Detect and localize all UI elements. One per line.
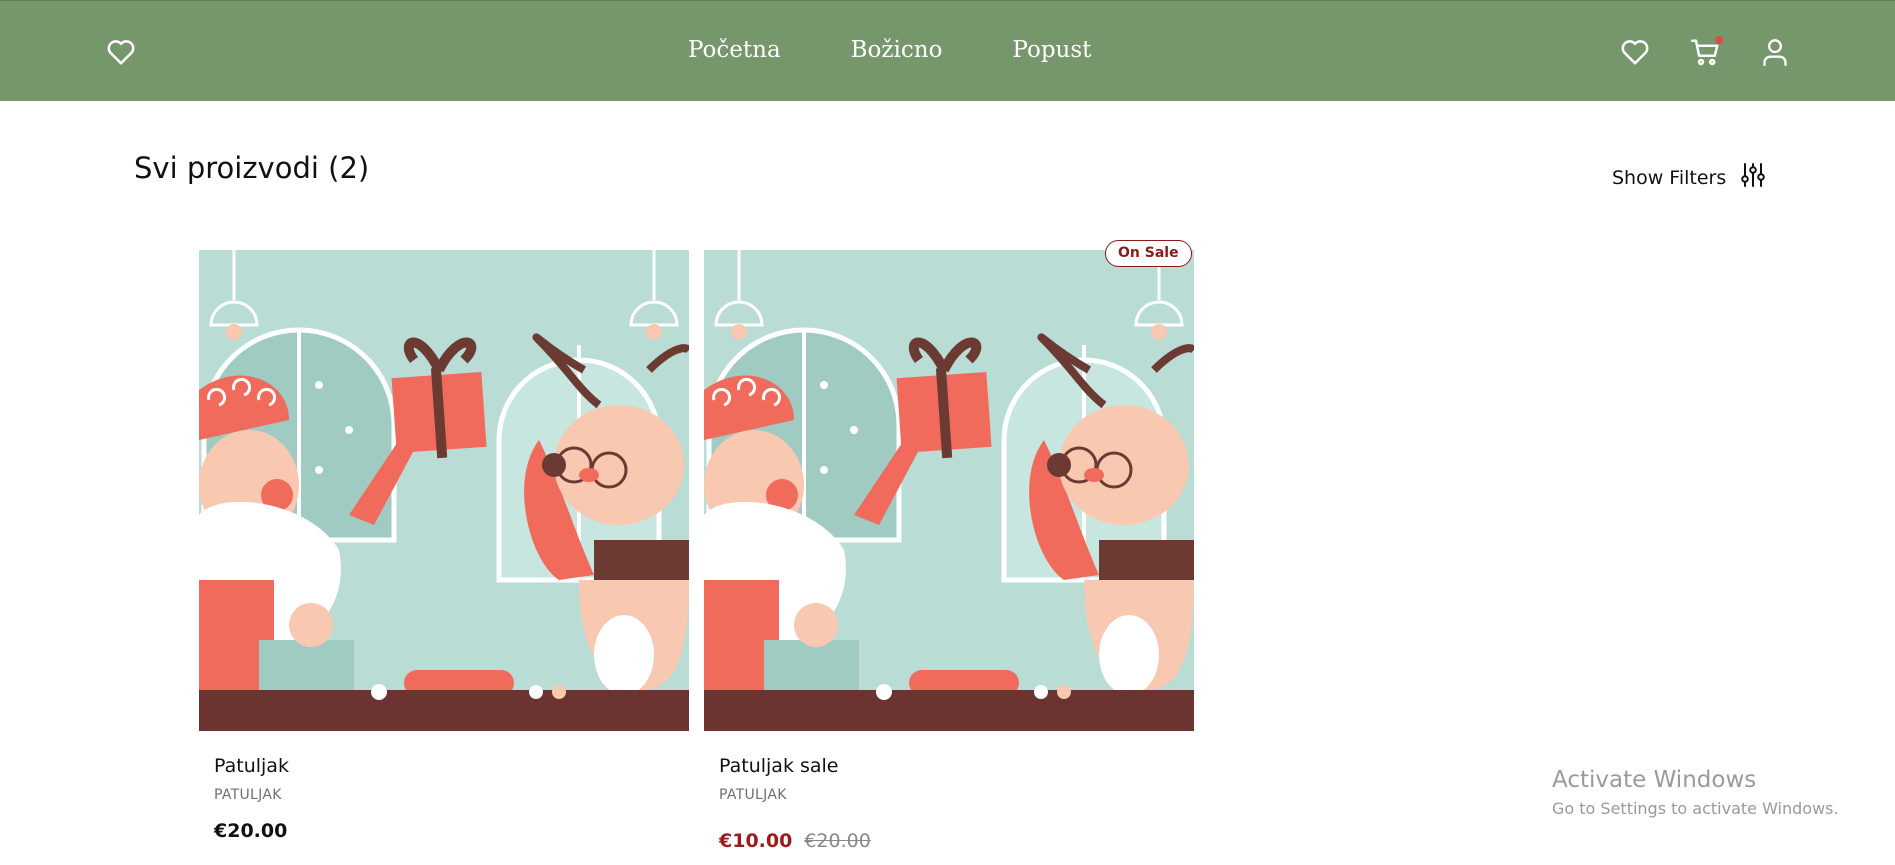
product-image[interactable] <box>199 250 689 731</box>
cart-icon[interactable] <box>1691 36 1723 66</box>
product-name[interactable]: Patuljak <box>214 755 289 777</box>
product-card[interactable]: Patuljak PATULJAK €20.00 <box>199 250 689 842</box>
show-filters-button[interactable]: Show Filters <box>1612 162 1766 193</box>
on-sale-badge: On Sale <box>1105 240 1192 267</box>
product-category: PATULJAK <box>214 787 282 803</box>
main-nav: Početna Božicno Popust <box>688 37 1091 63</box>
page-title: Svi proizvodi (2) <box>134 151 370 185</box>
nav-link-pocetna[interactable]: Početna <box>688 37 781 63</box>
product-price: €20.00 <box>214 820 288 842</box>
user-icon[interactable] <box>1762 38 1788 66</box>
logo-heart-icon[interactable] <box>106 38 136 66</box>
product-image[interactable] <box>704 250 1194 731</box>
watermark-title: Activate Windows <box>1552 767 1757 793</box>
nav-link-bozicno[interactable]: Božicno <box>851 37 943 63</box>
price-row: €20.00 <box>214 820 287 842</box>
product-category: PATULJAK <box>719 787 787 803</box>
cart-badge-dot <box>1715 36 1723 44</box>
show-filters-label: Show Filters <box>1612 166 1727 189</box>
watermark-subtitle: Go to Settings to activate Windows. <box>1552 799 1839 818</box>
product-card[interactable]: Patuljak sale PATULJAK €10.00 €20.00 <box>704 250 1194 852</box>
price-row: €10.00 €20.00 <box>719 830 871 852</box>
sliders-icon <box>1740 162 1766 193</box>
wishlist-heart-icon[interactable] <box>1620 38 1650 66</box>
nav-link-popust[interactable]: Popust <box>1012 37 1091 63</box>
product-name[interactable]: Patuljak sale <box>719 755 839 777</box>
sale-price: €10.00 <box>719 830 793 852</box>
top-navbar: Početna Božicno Popust <box>0 0 1895 101</box>
original-price: €20.00 <box>804 830 871 852</box>
windows-activation-watermark: Activate Windows Go to Settings to activ… <box>1552 767 1839 818</box>
